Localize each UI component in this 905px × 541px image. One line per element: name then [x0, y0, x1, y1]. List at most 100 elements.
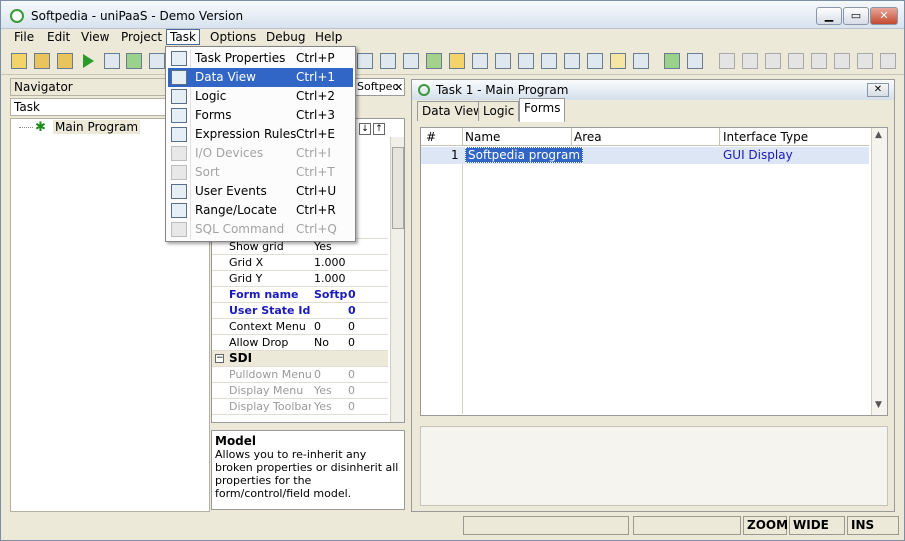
scroll-down-icon[interactable]: ▼: [875, 400, 882, 410]
menu-file[interactable]: File: [14, 30, 34, 44]
toolbar-tool-9-icon[interactable]: [472, 53, 488, 69]
task-menu-item[interactable]: Data View Ctrl+1: [168, 68, 353, 87]
toolbar-tool-7-icon[interactable]: [426, 53, 442, 69]
toolbar-tool-10-icon[interactable]: [495, 53, 511, 69]
property-row[interactable]: − SDI: [212, 351, 388, 367]
property-value: 0: [348, 384, 355, 397]
property-key: Pulldown Menu: [229, 368, 311, 381]
property-value: 0: [314, 368, 321, 381]
task-menu-shortcut: Ctrl+E: [296, 127, 335, 141]
property-value: 1.000: [314, 272, 346, 285]
menu-debug[interactable]: Debug: [266, 30, 305, 44]
property-key: Form name: [229, 288, 299, 301]
property-row[interactable]: Form name Softp 0: [212, 287, 388, 303]
toolbar-tool-18-icon[interactable]: [687, 53, 703, 69]
property-row[interactable]: Grid Y 1.000: [212, 271, 388, 287]
scroll-up-icon[interactable]: ▲: [875, 130, 882, 140]
menu-options[interactable]: Options: [210, 30, 256, 44]
property-value: No: [314, 336, 329, 349]
property-row[interactable]: Grid X 1.000: [212, 255, 388, 271]
task-menu-label: Forms: [195, 108, 232, 122]
user-events-icon: [171, 184, 187, 199]
minimize-button[interactable]: ▁: [816, 7, 842, 25]
task-close-button[interactable]: ✕: [867, 83, 889, 97]
menu-project[interactable]: Project: [121, 30, 162, 44]
property-value: 0: [348, 304, 356, 317]
menu-task[interactable]: Task: [166, 29, 200, 45]
property-key: User State Ide: [229, 304, 311, 317]
new-icon[interactable]: [11, 53, 27, 69]
run-icon[interactable]: [83, 54, 94, 68]
toolbar-tool-16-icon[interactable]: [633, 53, 649, 69]
task-menu-label: User Events: [195, 184, 267, 198]
expression-icon: [171, 127, 187, 142]
toolbar-tool-5-icon[interactable]: [380, 53, 396, 69]
forms-icon: [171, 108, 187, 123]
properties-close-icon[interactable]: ✕: [394, 81, 403, 94]
task-menu-shortcut: Ctrl+I: [296, 146, 331, 160]
toolbar-tool-17-icon[interactable]: [664, 53, 680, 69]
row-name[interactable]: Softpedia program: [465, 147, 584, 163]
toolbar-tool-14-icon[interactable]: [587, 53, 603, 69]
toolbar-tool-8-icon[interactable]: [449, 53, 465, 69]
sort-up-icon[interactable]: ↑: [373, 123, 385, 135]
io-devices-icon: [171, 146, 187, 161]
row-type[interactable]: GUI Display: [723, 148, 793, 162]
close-button[interactable]: ✕: [870, 7, 898, 25]
tab-forms[interactable]: Forms: [519, 98, 566, 122]
toolbar-tool-6-icon[interactable]: [403, 53, 419, 69]
tree-item-main-program[interactable]: Main Program: [53, 120, 141, 134]
sort-down-icon[interactable]: ↓: [359, 123, 371, 135]
task-menu-item: I/O Devices Ctrl+I: [168, 144, 353, 163]
property-key: Display Menu: [229, 384, 304, 397]
menu-bar: File Edit View Project Task Options Debu…: [1, 29, 904, 47]
task-menu-label: Logic: [195, 89, 227, 103]
toolbar-tool-4-icon[interactable]: [357, 53, 373, 69]
open-project-icon[interactable]: [57, 53, 73, 69]
help-text: Allows you to re-inherit any broken prop…: [215, 448, 399, 500]
task-menu-item[interactable]: Forms Ctrl+3: [168, 106, 353, 125]
toolbar-tool-3-icon[interactable]: [149, 53, 165, 69]
property-row[interactable]: Context Menu 0 0: [212, 319, 388, 335]
task-window: Task 1 - Main Program ✕ Data View Logic …: [411, 79, 895, 512]
menu-edit[interactable]: Edit: [47, 30, 70, 44]
toolbar-tool-2-icon[interactable]: [126, 53, 142, 69]
property-key: Allow Drop: [229, 336, 289, 349]
task-menu-label: I/O Devices: [195, 146, 264, 160]
properties-scrollbar[interactable]: [390, 137, 404, 422]
task-menu-item[interactable]: Logic Ctrl+2: [168, 87, 353, 106]
task-menu-item[interactable]: Task Properties Ctrl+P: [168, 49, 353, 68]
collapse-icon[interactable]: −: [215, 354, 224, 363]
program-icon: ✱: [35, 120, 46, 135]
tab-logic[interactable]: Logic: [478, 101, 520, 121]
property-row[interactable]: Display Menu Yes 0: [212, 383, 388, 399]
property-row[interactable]: User State Ide 0: [212, 303, 388, 319]
status-ins: INS: [847, 516, 899, 535]
property-row[interactable]: Display Toolbar Yes 0: [212, 399, 388, 415]
toolbar-tool-11-icon[interactable]: [518, 53, 534, 69]
menu-view[interactable]: View: [81, 30, 109, 44]
toolbar-tool-15-icon[interactable]: [610, 53, 626, 69]
property-key: Display Toolbar: [229, 400, 311, 413]
scrollbar-thumb[interactable]: [392, 147, 404, 229]
open-icon[interactable]: [34, 53, 50, 69]
toolbar-tool-13-icon[interactable]: [564, 53, 580, 69]
task-menu-label: Range/Locate: [195, 203, 277, 217]
property-row[interactable]: Pulldown Menu 0 0: [212, 367, 388, 383]
menu-help[interactable]: Help: [315, 30, 342, 44]
toolbar-tool-12-icon[interactable]: [541, 53, 557, 69]
toolbar-tool-1-icon[interactable]: [104, 53, 120, 69]
property-row[interactable]: Allow Drop No 0: [212, 335, 388, 351]
maximize-button[interactable]: ▭: [843, 7, 869, 25]
task-menu-item: SQL Command Ctrl+Q: [168, 220, 353, 239]
property-value: Yes: [314, 384, 332, 397]
task-menu-item[interactable]: Range/Locate Ctrl+R: [168, 201, 353, 220]
task-menu-item[interactable]: Expression Rules Ctrl+E: [168, 125, 353, 144]
properties-tab-label[interactable]: Softpec: [357, 80, 399, 93]
property-value: Softp: [314, 288, 348, 301]
table-scrollbar[interactable]: ▲ ▼: [871, 128, 887, 415]
forms-table: # Name Area Interface Type 1 Softpedia p…: [420, 127, 888, 416]
task-menu-item[interactable]: User Events Ctrl+U: [168, 182, 353, 201]
table-row[interactable]: 1 Softpedia program GUI Display: [421, 147, 869, 164]
task-properties-icon: [171, 51, 187, 66]
